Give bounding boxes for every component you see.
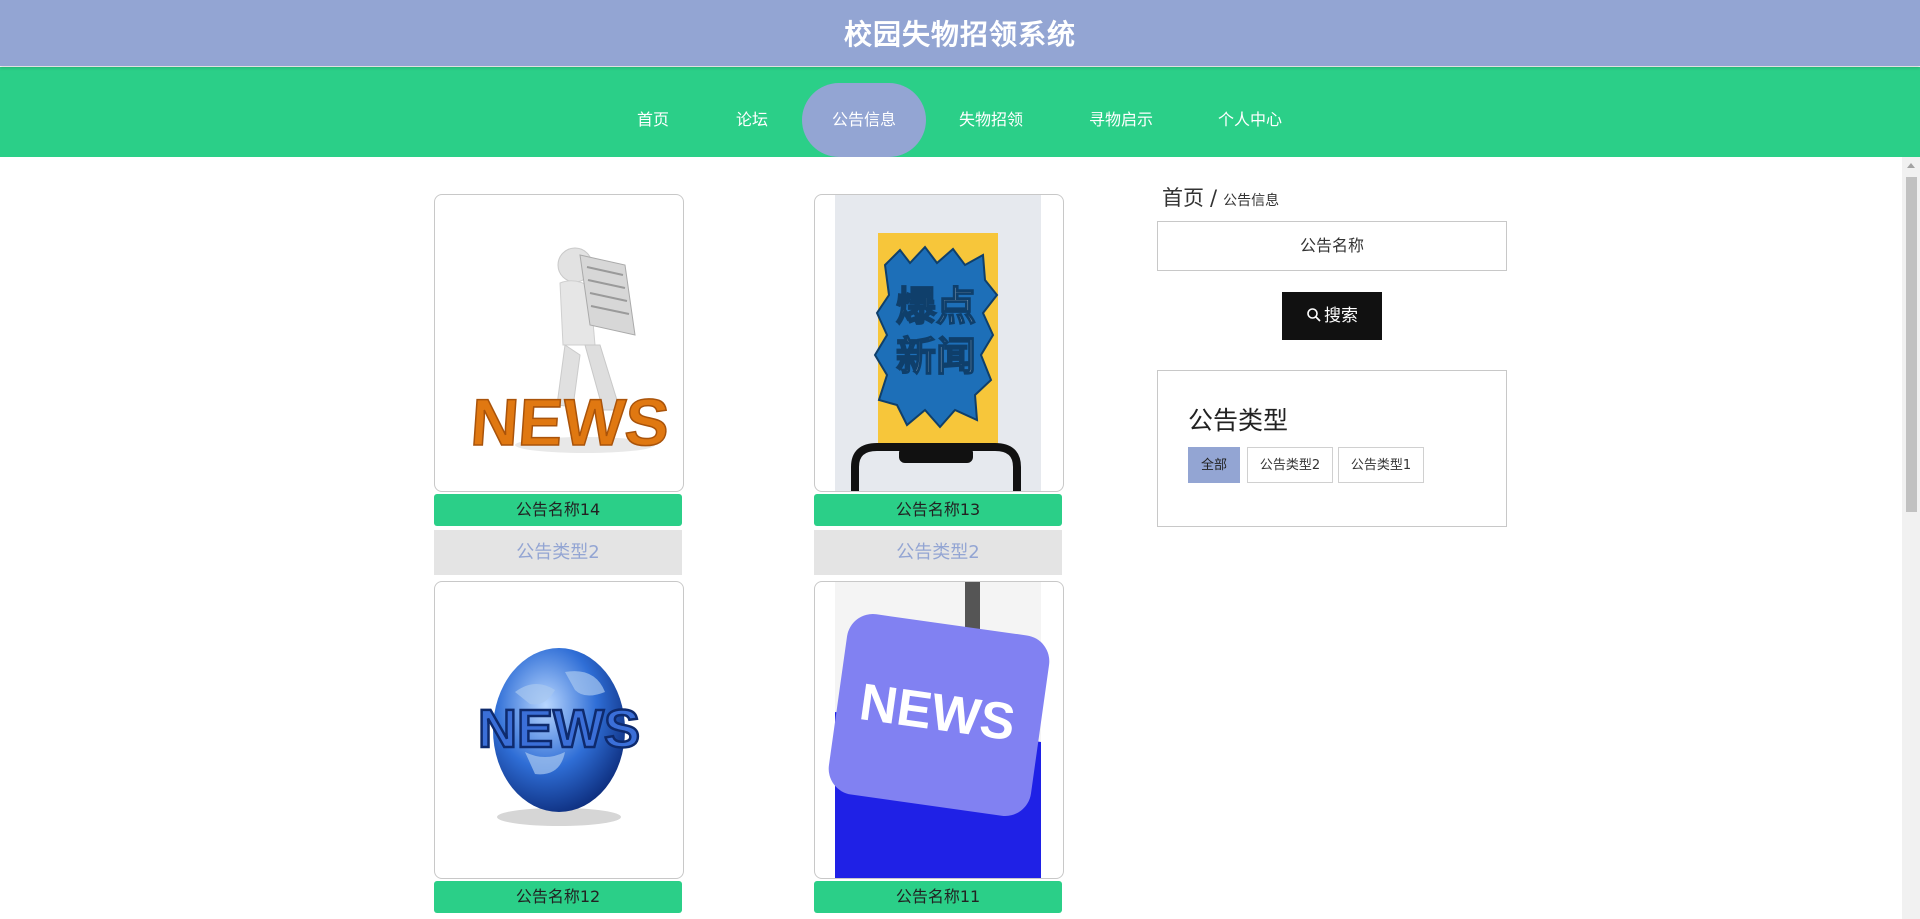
news-reading-figure-image: NEWS [468,247,672,461]
card-image[interactable]: 爆点 新闻 [814,194,1064,492]
scrollbar-thumb[interactable] [1906,177,1917,512]
type-filter-all[interactable]: 全部 [1188,447,1240,483]
main-nav: 首页 论坛 公告信息 失物招领 寻物启示 个人中心 [0,67,1920,157]
card-image[interactable]: NEWS [434,581,684,879]
breaking-text-line1: 爆点 [896,284,976,330]
search-button-label: 搜索 [1324,306,1358,326]
card-image[interactable]: NEWS [814,581,1064,879]
breadcrumb: 首页 / 公告信息 [1162,182,1279,212]
card-image[interactable]: NEWS [434,194,684,492]
news-3d-text: NEWS [468,386,671,460]
type-filter-type2[interactable]: 公告类型2 [1247,447,1333,483]
search-input[interactable]: 公告名称 [1157,221,1507,271]
site-title: 校园失物招领系统 [843,18,1076,51]
card-name[interactable]: 公告名称13 [814,494,1062,526]
nav-personal-center[interactable]: 个人中心 [1207,83,1293,157]
news-globe-image: NEWS [477,648,641,826]
news-key-image: NEWS [828,582,1050,878]
scroll-up-arrow-icon[interactable] [1907,163,1915,168]
breaking-text-line2: 新闻 [896,334,976,380]
card-type: 公告类型2 [434,530,682,575]
globe-news-text: NEWS [478,699,640,759]
card-type: 公告类型2 [814,530,1062,575]
title-bar: 校园失物招领系统 [0,0,1920,66]
nav-seek-notice[interactable]: 寻物启示 [1078,83,1164,157]
nav-announcements[interactable]: 公告信息 [802,83,926,157]
breadcrumb-separator: / [1210,186,1218,210]
page-scrollbar[interactable] [1902,157,1920,919]
nav-lost-found[interactable]: 失物招领 [948,83,1034,157]
search-button[interactable]: 搜索 [1282,292,1382,340]
nav-home[interactable]: 首页 [618,83,688,157]
card-name[interactable]: 公告名称12 [434,881,682,913]
breadcrumb-current: 公告信息 [1223,193,1280,209]
breadcrumb-home[interactable]: 首页 [1162,186,1204,210]
search-icon [1307,308,1321,322]
card-name[interactable]: 公告名称14 [434,494,682,526]
type-filter-panel: 公告类型 全部 公告类型2 公告类型1 [1157,370,1507,527]
nav-forum[interactable]: 论坛 [717,83,787,157]
card-name[interactable]: 公告名称11 [814,881,1062,913]
type-filter-type1[interactable]: 公告类型1 [1338,447,1424,483]
type-filter-title: 公告类型 [1188,406,1289,435]
breaking-news-image: 爆点 新闻 [835,195,1041,491]
